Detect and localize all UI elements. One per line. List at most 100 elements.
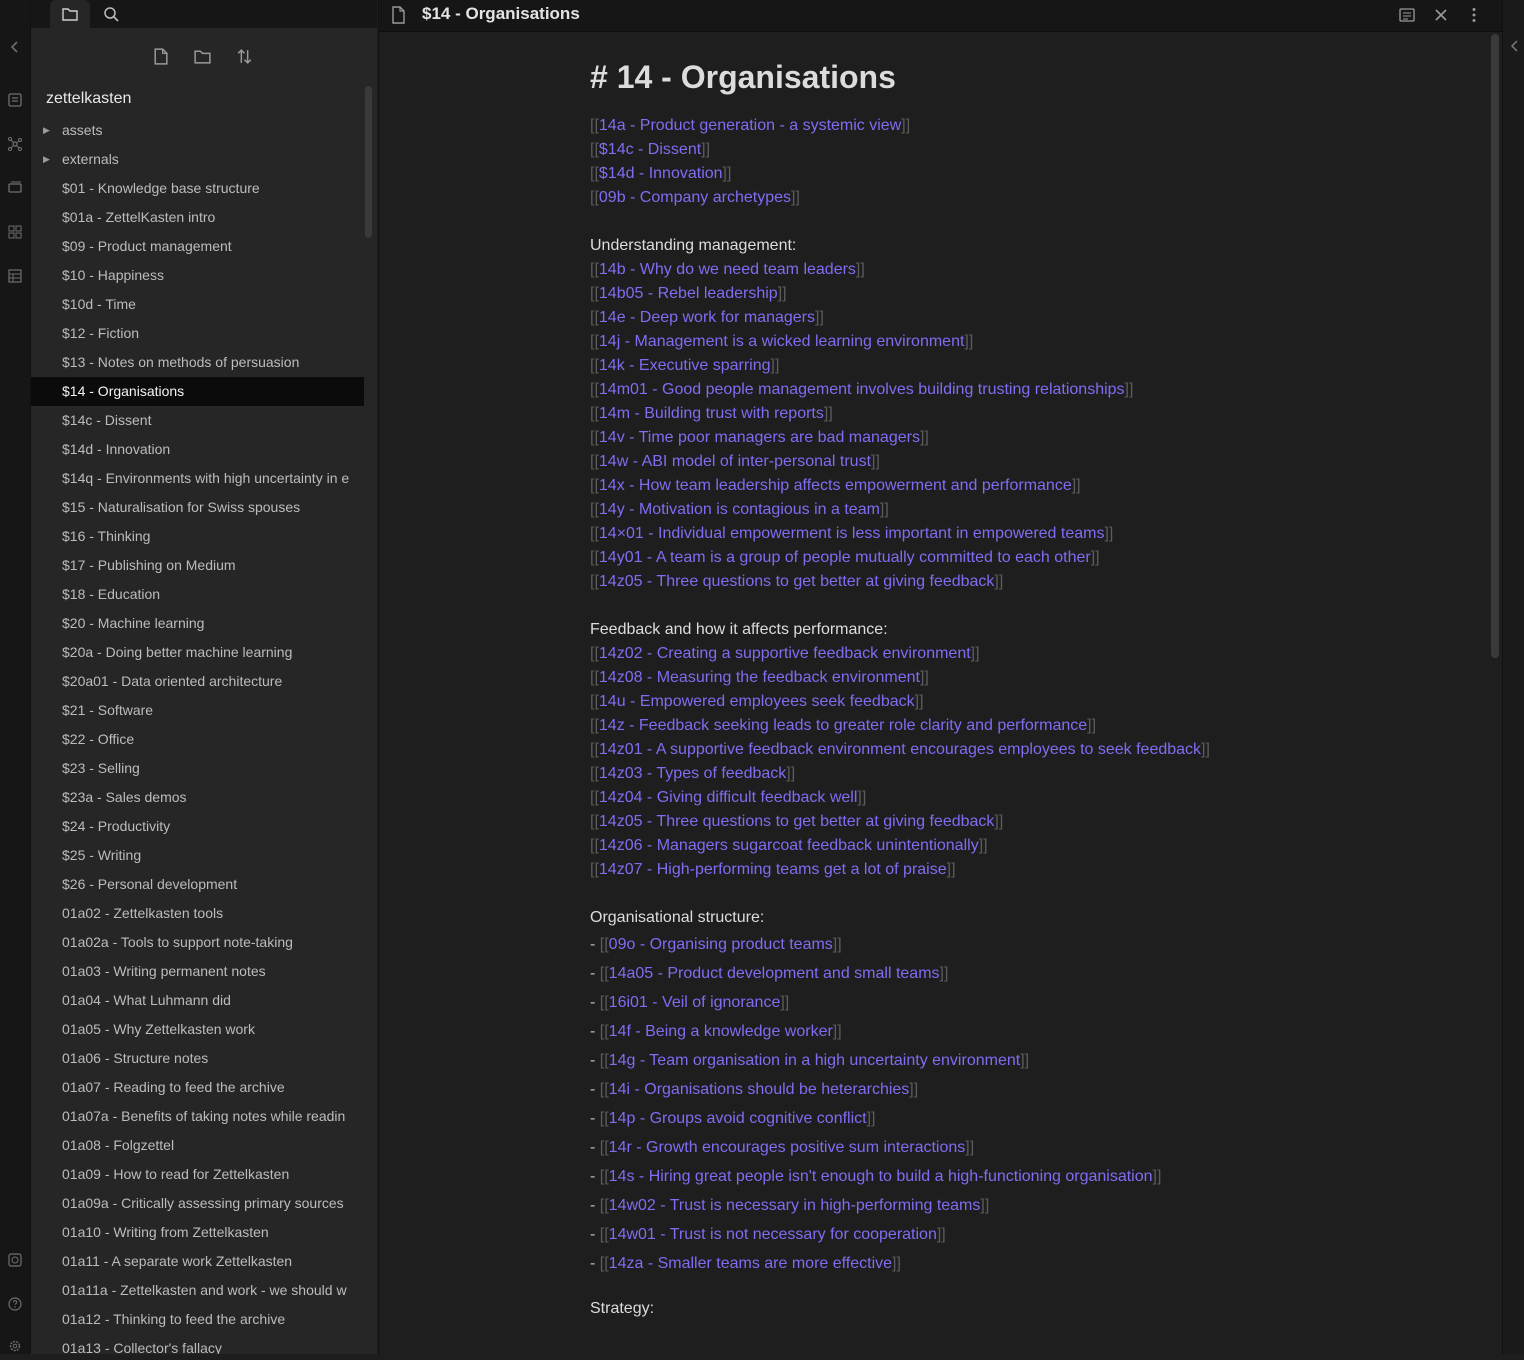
- settings-icon[interactable]: [5, 1336, 25, 1356]
- vault-name[interactable]: zettelkasten: [46, 90, 131, 108]
- file-item[interactable]: 01a06 - Structure notes: [31, 1044, 364, 1073]
- folder-item[interactable]: ▶ assets: [31, 116, 364, 145]
- wiki-link-line[interactable]: - [[14g - Team organisation in a high un…: [590, 1046, 1230, 1075]
- wiki-link-line[interactable]: [[14z03 - Types of feedback]]: [590, 762, 1230, 786]
- file-item[interactable]: 01a07 - Reading to feed the archive: [31, 1073, 364, 1102]
- wiki-link-line[interactable]: [[14e - Deep work for managers]]: [590, 306, 1230, 330]
- wiki-link[interactable]: 09o - Organising product teams: [609, 936, 833, 953]
- wiki-link-line[interactable]: - [[14a05 - Product development and smal…: [590, 959, 1230, 988]
- wiki-link[interactable]: 14m01 - Good people management involves …: [599, 381, 1125, 398]
- wiki-link[interactable]: 14z04 - Giving difficult feedback well: [599, 789, 858, 806]
- open-quick-switcher-icon[interactable]: [5, 90, 25, 110]
- wiki-link[interactable]: 14w01 - Trust is not necessary for coope…: [609, 1226, 937, 1243]
- file-item[interactable]: 01a11 - A separate work Zettelkasten: [31, 1247, 364, 1276]
- file-item[interactable]: 01a07a - Benefits of taking notes while …: [31, 1102, 364, 1131]
- wiki-link[interactable]: 14×01 - Individual empowerment is less i…: [599, 525, 1105, 542]
- wiki-link-line[interactable]: - [[14i - Organisations should be hetera…: [590, 1075, 1230, 1104]
- wiki-link[interactable]: 14z07 - High-performing teams get a lot …: [599, 861, 947, 878]
- wiki-link-line[interactable]: - [[14w01 - Trust is not necessary for c…: [590, 1220, 1230, 1249]
- collapse-left-icon[interactable]: [5, 37, 25, 57]
- wiki-link[interactable]: 14x - How team leadership affects empowe…: [599, 477, 1072, 494]
- wiki-link-line[interactable]: [[14z08 - Measuring the feedback environ…: [590, 666, 1230, 690]
- wiki-link-line[interactable]: [[14j - Management is a wicked learning …: [590, 330, 1230, 354]
- wiki-link[interactable]: 14z02 - Creating a supportive feedback e…: [599, 645, 971, 662]
- file-explorer-tab-icon[interactable]: [50, 0, 90, 28]
- file-item[interactable]: $23 - Selling: [31, 754, 364, 783]
- file-item[interactable]: $13 - Notes on methods of persuasion: [31, 348, 364, 377]
- wiki-link-line[interactable]: [[14m01 - Good people management involve…: [590, 378, 1230, 402]
- file-item-active[interactable]: $14 - Organisations: [31, 377, 364, 406]
- file-item[interactable]: 01a02a - Tools to support note-taking: [31, 928, 364, 957]
- wiki-link[interactable]: 14z05 - Three questions to get better at…: [599, 573, 995, 590]
- wiki-link-line[interactable]: [[$14d - Innovation]]: [590, 162, 1230, 186]
- collapse-arrow-icon[interactable]: ▶: [43, 116, 50, 145]
- wiki-link[interactable]: 14z05 - Three questions to get better at…: [599, 813, 995, 830]
- graph-view-icon[interactable]: [5, 134, 25, 154]
- reading-view-icon[interactable]: [1398, 6, 1416, 24]
- file-item[interactable]: 01a08 - Folgzettel: [31, 1131, 364, 1160]
- wiki-link[interactable]: 14s - Hiring great people isn't enough t…: [609, 1168, 1153, 1185]
- wiki-link[interactable]: 14w - ABI model of inter-personal trust: [599, 453, 871, 470]
- wiki-link-line[interactable]: [[14b05 - Rebel leadership]]: [590, 282, 1230, 306]
- file-item[interactable]: $20a - Doing better machine learning: [31, 638, 364, 667]
- collapse-arrow-icon[interactable]: ▶: [43, 145, 50, 174]
- kanban-icon[interactable]: [5, 222, 25, 242]
- file-item[interactable]: $15 - Naturalisation for Swiss spouses: [31, 493, 364, 522]
- wiki-link[interactable]: 14f - Being a knowledge worker: [609, 1023, 833, 1040]
- wiki-link-line[interactable]: [[14z07 - High-performing teams get a lo…: [590, 858, 1230, 882]
- folder-item[interactable]: ▶ externals: [31, 145, 364, 174]
- file-item[interactable]: $14q - Environments with high uncertaint…: [31, 464, 364, 493]
- file-item[interactable]: $24 - Productivity: [31, 812, 364, 841]
- wiki-link[interactable]: 14e - Deep work for managers: [599, 309, 815, 326]
- wiki-link[interactable]: 14m - Building trust with reports: [599, 405, 824, 422]
- note-title[interactable]: $14 - Organisations: [422, 4, 580, 24]
- wiki-link[interactable]: 14z06 - Managers sugarcoat feedback unin…: [599, 837, 979, 854]
- note-content[interactable]: # 14 - Organisations [[14a - Product gen…: [590, 50, 1230, 1321]
- wiki-link-line[interactable]: [[14z06 - Managers sugarcoat feedback un…: [590, 834, 1230, 858]
- wiki-link-line[interactable]: [[14x - How team leadership affects empo…: [590, 474, 1230, 498]
- file-item[interactable]: 01a04 - What Luhmann did: [31, 986, 364, 1015]
- file-item[interactable]: $01 - Knowledge base structure: [31, 174, 364, 203]
- file-item[interactable]: $14d - Innovation: [31, 435, 364, 464]
- wiki-link[interactable]: 09b - Company archetypes: [599, 189, 791, 206]
- new-folder-icon[interactable]: [190, 44, 214, 68]
- file-item[interactable]: 01a09 - How to read for Zettelkasten: [31, 1160, 364, 1189]
- file-item[interactable]: $20a01 - Data oriented architecture: [31, 667, 364, 696]
- wiki-link-line[interactable]: - [[14r - Growth encourages positive sum…: [590, 1133, 1230, 1162]
- file-item[interactable]: $09 - Product management: [31, 232, 364, 261]
- wiki-link-line[interactable]: [[14z01 - A supportive feedback environm…: [590, 738, 1230, 762]
- file-item[interactable]: 01a03 - Writing permanent notes: [31, 957, 364, 986]
- wiki-link-line[interactable]: [[14y - Motivation is contagious in a te…: [590, 498, 1230, 522]
- wiki-link-line[interactable]: [[14×01 - Individual empowerment is less…: [590, 522, 1230, 546]
- new-note-icon[interactable]: [148, 44, 172, 68]
- file-item[interactable]: $26 - Personal development: [31, 870, 364, 899]
- wiki-link[interactable]: 14r - Growth encourages positive sum int…: [609, 1139, 966, 1156]
- wiki-link-line[interactable]: [[14z02 - Creating a supportive feedback…: [590, 642, 1230, 666]
- slides-icon[interactable]: [5, 178, 25, 198]
- sidebar-scrollbar[interactable]: [365, 86, 372, 238]
- wiki-link[interactable]: 16i01 - Veil of ignorance: [609, 994, 781, 1011]
- wiki-link-line[interactable]: - [[14s - Hiring great people isn't enou…: [590, 1162, 1230, 1191]
- wiki-link[interactable]: 14a05 - Product development and small te…: [609, 965, 940, 982]
- file-item[interactable]: 01a13 - Collector's fallacy: [31, 1334, 364, 1354]
- file-item[interactable]: $21 - Software: [31, 696, 364, 725]
- wiki-link[interactable]: 14z - Feedback seeking leads to greater …: [599, 717, 1087, 734]
- wiki-link[interactable]: 14z03 - Types of feedback: [599, 765, 786, 782]
- wiki-link-line[interactable]: - [[14f - Being a knowledge worker]]: [590, 1017, 1230, 1046]
- wiki-link[interactable]: 14z08 - Measuring the feedback environme…: [599, 669, 920, 686]
- wiki-link-line[interactable]: [[14k - Executive sparring]]: [590, 354, 1230, 378]
- wiki-link-line[interactable]: - [[14za - Smaller teams are more effect…: [590, 1249, 1230, 1278]
- file-item[interactable]: $10 - Happiness: [31, 261, 364, 290]
- wiki-link-line[interactable]: [[14a - Product generation - a systemic …: [590, 114, 1230, 138]
- wiki-link[interactable]: 14z01 - A supportive feedback environmen…: [599, 741, 1201, 758]
- wiki-link-line[interactable]: [[14m - Building trust with reports]]: [590, 402, 1230, 426]
- wiki-link-line[interactable]: [[09b - Company archetypes]]: [590, 186, 1230, 210]
- file-item[interactable]: $10d - Time: [31, 290, 364, 319]
- file-item[interactable]: $16 - Thinking: [31, 522, 364, 551]
- wiki-link[interactable]: $14d - Innovation: [599, 165, 723, 182]
- wiki-link-line[interactable]: [[14z05 - Three questions to get better …: [590, 570, 1230, 594]
- wiki-link[interactable]: 14b - Why do we need team leaders: [599, 261, 856, 278]
- wiki-link[interactable]: 14b05 - Rebel leadership: [599, 285, 778, 302]
- file-item[interactable]: 01a10 - Writing from Zettelkasten: [31, 1218, 364, 1247]
- wiki-link-line[interactable]: [[14z05 - Three questions to get better …: [590, 810, 1230, 834]
